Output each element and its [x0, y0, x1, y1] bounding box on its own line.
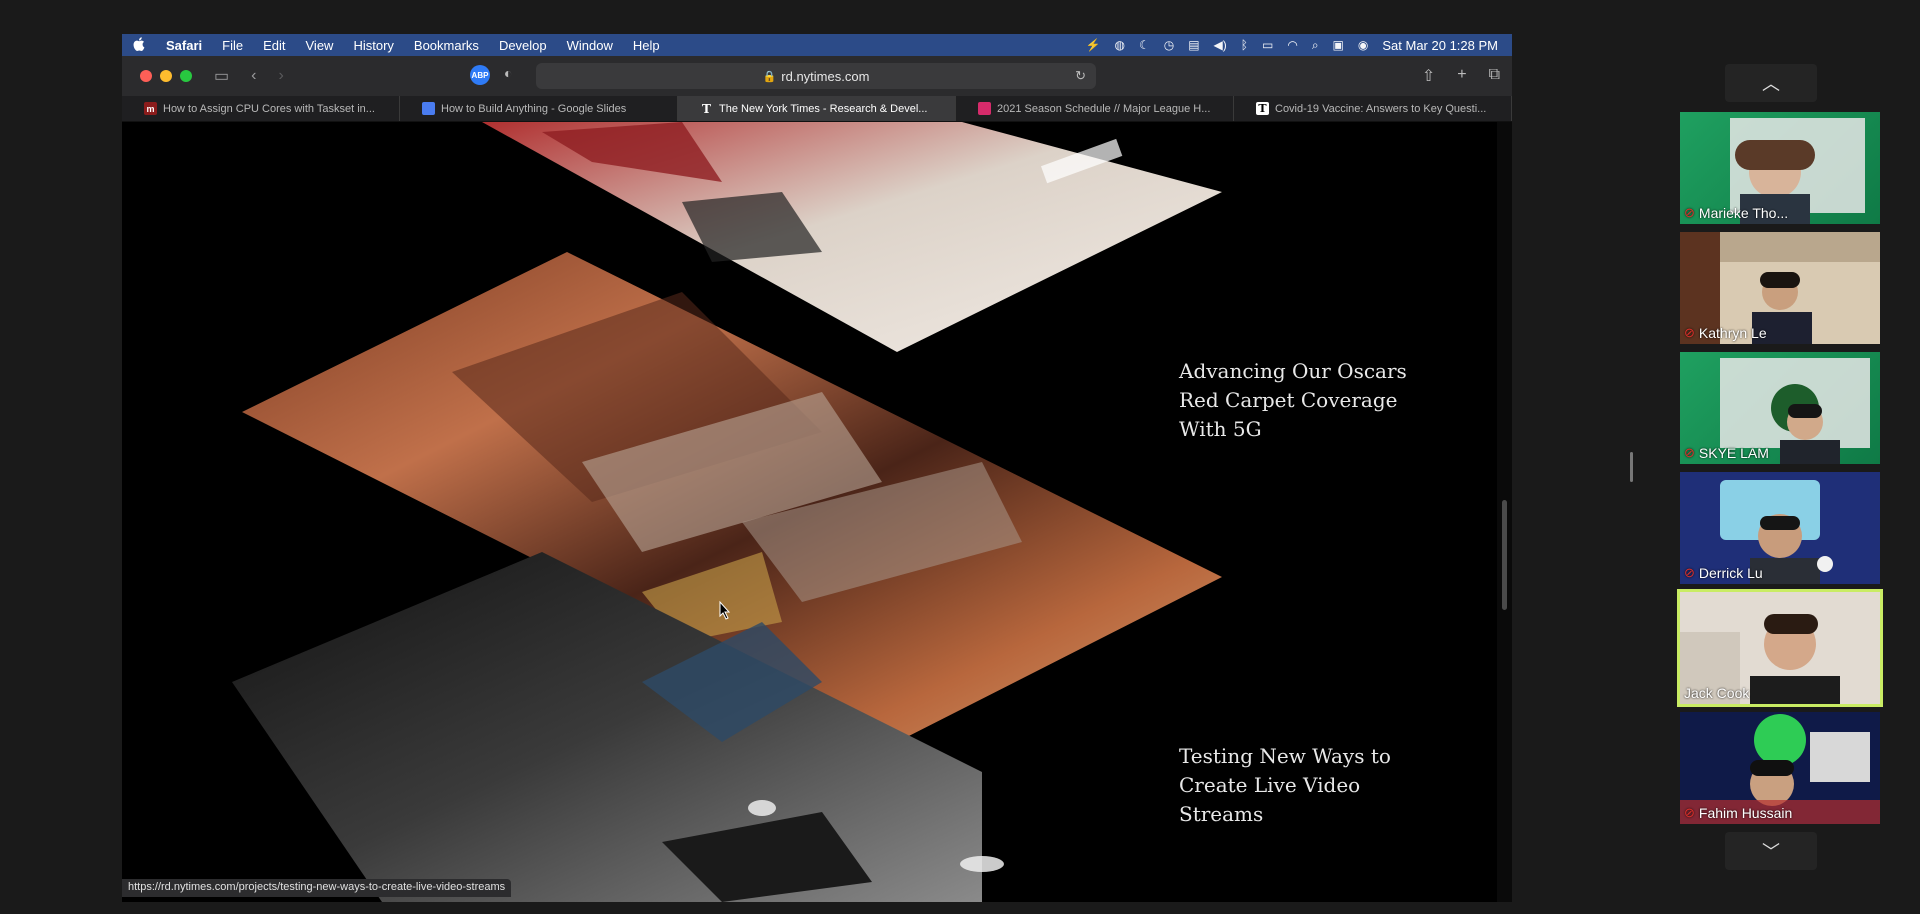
headline-live-video[interactable]: Testing New Ways to Create Live Video St…: [1179, 742, 1449, 829]
menu-window[interactable]: Window: [557, 38, 623, 53]
wifi-icon[interactable]: ◠: [1287, 38, 1297, 52]
tab-taskset[interactable]: m How to Assign CPU Cores with Taskset i…: [122, 96, 400, 121]
zoom-window-button[interactable]: [180, 70, 192, 82]
muted-mic-icon: ⊘: [1684, 805, 1695, 820]
participant-tile[interactable]: ⊘ Kathryn Le: [1680, 232, 1880, 344]
participant-tile[interactable]: ⊘ Marieke Tho...: [1680, 112, 1880, 224]
share-icon[interactable]: ⇧: [1422, 66, 1435, 86]
muted-mic-icon: ⊘: [1684, 205, 1695, 220]
flag-icon[interactable]: ▤: [1188, 38, 1199, 52]
menu-bookmarks[interactable]: Bookmarks: [404, 38, 489, 53]
desktop: Safari File Edit View History Bookmarks …: [0, 0, 1920, 914]
menu-history[interactable]: History: [343, 38, 403, 53]
sidebar-icon[interactable]: ▭: [214, 66, 229, 86]
participant-name: ⊘ Marieke Tho...: [1684, 205, 1789, 221]
gallery-down-button[interactable]: ﹀: [1725, 832, 1817, 870]
back-icon[interactable]: ‹: [251, 67, 256, 85]
page-scrollbar[interactable]: [1497, 122, 1512, 902]
shared-screen: Safari File Edit View History Bookmarks …: [122, 34, 1512, 902]
tab-overview-icon[interactable]: ⧉: [1489, 66, 1500, 86]
time-machine-icon[interactable]: ◷: [1164, 38, 1174, 52]
muted-mic-icon: ⊘: [1684, 445, 1695, 460]
adblock-extension-icon[interactable]: ABP: [470, 65, 490, 85]
link-status-bar: https://rd.nytimes.com/projects/testing-…: [122, 879, 512, 897]
participant-tile[interactable]: ⊘ Fahim Hussain: [1680, 712, 1880, 824]
tab-nytimes-rd[interactable]: T The New York Times - Research & Devel.…: [678, 96, 956, 121]
panel-resize-handle[interactable]: [1630, 452, 1633, 482]
participant-name: ⊘ Kathryn Le: [1684, 325, 1767, 341]
tab-title: 2021 Season Schedule // Major League H..…: [997, 102, 1211, 115]
url-text: rd.nytimes.com: [781, 68, 870, 84]
search-icon[interactable]: ⌕: [1312, 38, 1319, 53]
lock-icon: 🔒: [762, 70, 777, 83]
muted-mic-icon: ⊘: [1684, 565, 1695, 580]
tab-mlh-schedule[interactable]: 2021 Season Schedule // Major League H..…: [956, 96, 1234, 121]
slides-favicon-icon: [422, 102, 435, 115]
participant-name: Jack Cook: [1684, 685, 1750, 701]
apple-menu-icon[interactable]: [122, 36, 156, 54]
muted-mic-icon: ⊘: [1684, 325, 1695, 340]
close-window-button[interactable]: [140, 70, 152, 82]
participant-tile[interactable]: ⊘ SKYE LAM: [1680, 352, 1880, 464]
participants-gallery: ︿ ⊘ Marieke Tho... ⊘ Kathryn Le ⊘ SKYE L…: [1675, 64, 1885, 870]
globe-icon[interactable]: ◍: [1114, 38, 1124, 52]
mlh-favicon-icon: [978, 102, 991, 115]
medium-favicon-icon: m: [144, 102, 157, 115]
tab-google-slides[interactable]: How to Build Anything - Google Slides: [400, 96, 678, 121]
moon-icon[interactable]: ☾: [1139, 38, 1150, 52]
tab-title: How to Assign CPU Cores with Taskset in.…: [163, 102, 375, 115]
privacy-shield-icon[interactable]: ◐: [504, 65, 520, 85]
chevron-down-icon: ﹀: [1762, 842, 1780, 862]
menu-develop[interactable]: Develop: [489, 38, 557, 53]
siri-icon[interactable]: ◉: [1358, 38, 1368, 52]
menu-safari[interactable]: Safari: [156, 38, 212, 53]
menu-view[interactable]: View: [296, 38, 344, 53]
reload-icon[interactable]: ↻: [1075, 68, 1086, 84]
volume-icon[interactable]: ◀): [1214, 38, 1227, 52]
nyt-favicon-icon: T: [702, 101, 711, 116]
headline-oscars-5g[interactable]: Advancing Our Oscars Red Carpet Coverage…: [1179, 357, 1449, 444]
participant-name: ⊘ Fahim Hussain: [1684, 805, 1793, 821]
status-icons: ⚡ ◍ ☾ ◷ ▤ ◀) ᛒ ▭ ◠ ⌕ ▣ ◉ Sat Mar 20 1:28…: [1086, 38, 1512, 53]
mac-menu-bar: Safari File Edit View History Bookmarks …: [122, 34, 1512, 56]
battery-icon[interactable]: ▭: [1262, 38, 1273, 52]
control-center-icon[interactable]: ▣: [1333, 38, 1344, 52]
safari-toolbar: ▭ ‹ › ABP ◐ 🔒 rd.nytimes.com ↻ ⇧ + ⧉: [122, 56, 1512, 96]
tab-covid-vaccine[interactable]: T Covid-19 Vaccine: Answers to Key Quest…: [1234, 96, 1512, 121]
menubar-clock[interactable]: Sat Mar 20 1:28 PM: [1382, 38, 1498, 53]
menu-file[interactable]: File: [212, 38, 253, 53]
forward-icon[interactable]: ›: [278, 67, 283, 85]
tab-bar: m How to Assign CPU Cores with Taskset i…: [122, 96, 1512, 122]
scrollbar-thumb[interactable]: [1502, 500, 1507, 610]
window-controls: [122, 70, 192, 82]
menu-edit[interactable]: Edit: [253, 38, 295, 53]
lightning-icon[interactable]: ⚡: [1086, 38, 1101, 52]
participant-name: ⊘ SKYE LAM: [1684, 445, 1769, 461]
tab-title: How to Build Anything - Google Slides: [441, 102, 627, 115]
chevron-up-icon: ︿: [1762, 74, 1780, 94]
address-bar[interactable]: 🔒 rd.nytimes.com ↻: [536, 63, 1096, 89]
toolbar-right: ⇧ + ⧉: [1422, 66, 1500, 86]
new-tab-icon[interactable]: +: [1457, 66, 1466, 86]
participant-tile[interactable]: ⊘ Derrick Lu: [1680, 472, 1880, 584]
bluetooth-icon[interactable]: ᛒ: [1241, 38, 1248, 52]
tab-title: The New York Times - Research & Devel...: [719, 102, 928, 115]
nyt-favicon-icon: T: [1256, 102, 1269, 115]
menu-help[interactable]: Help: [623, 38, 670, 53]
participant-name: ⊘ Derrick Lu: [1684, 565, 1763, 581]
gallery-up-button[interactable]: ︿: [1725, 64, 1817, 102]
minimize-window-button[interactable]: [160, 70, 172, 82]
tab-title: Covid-19 Vaccine: Answers to Key Questi.…: [1275, 102, 1487, 115]
participant-tile-active-speaker[interactable]: Jack Cook: [1677, 589, 1883, 707]
web-page[interactable]: Advancing Our Oscars Red Carpet Coverage…: [122, 122, 1497, 902]
